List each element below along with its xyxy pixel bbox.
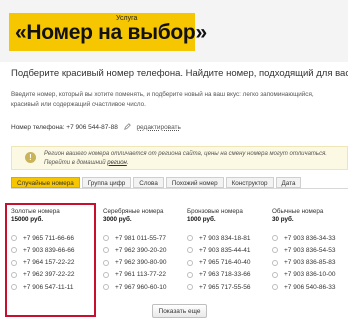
number-option[interactable]: +7 963 718-33-66 <box>187 270 251 280</box>
number-option[interactable]: +7 903 834-18-81 <box>187 233 251 243</box>
gold-column-highlight <box>5 203 96 317</box>
number-option[interactable]: +7 903 836-54-53 <box>272 245 336 255</box>
number-option[interactable]: +7 903 835-44-41 <box>187 245 251 255</box>
number-option[interactable]: +7 965 716-40-40 <box>187 258 251 268</box>
radio-button[interactable] <box>103 259 109 266</box>
service-banner: Услуга «Номер на выбор» <box>9 13 207 51</box>
radio-button[interactable] <box>103 247 109 254</box>
tab-digit-group[interactable]: Группа цифр <box>81 177 132 188</box>
region-link[interactable]: регион <box>107 160 127 166</box>
radio-button[interactable] <box>103 284 109 291</box>
radio-button[interactable] <box>187 284 193 291</box>
tab-similar[interactable]: Похожий номер <box>165 177 224 188</box>
hint-text: Введите номер, который вы хотите поменят… <box>11 91 314 108</box>
warning-icon: ! <box>25 152 36 163</box>
number-option[interactable]: +7 965 717-55-56 <box>187 282 251 292</box>
alert-text: Регион вашего номера отличается от регио… <box>44 151 327 166</box>
region-alert: ! Регион вашего номера отличается от рег… <box>11 146 348 170</box>
number-option[interactable]: +7 906 540-86-33 <box>272 282 336 292</box>
column-title: Бронзовые номера <box>187 208 243 215</box>
radio-button[interactable] <box>187 271 193 278</box>
radio-button[interactable] <box>272 259 278 266</box>
radio-button[interactable] <box>272 235 278 241</box>
tab-random[interactable]: Случайные номера <box>11 177 80 188</box>
number-option[interactable]: +7 903 836-34-33 <box>272 233 336 243</box>
column-title: Обычные номера <box>272 208 324 215</box>
tab-constructor[interactable]: Конструктор <box>225 177 274 188</box>
radio-button[interactable] <box>103 235 109 241</box>
column-price: 1000 руб. <box>187 216 216 223</box>
radio-button[interactable] <box>187 259 193 266</box>
radio-button[interactable] <box>272 247 278 254</box>
number-option[interactable]: +7 903 836-85-83 <box>272 258 336 268</box>
number-option[interactable]: +7 962 390-80-90 <box>103 258 167 268</box>
radio-button[interactable] <box>187 247 193 254</box>
number-option[interactable]: +7 962 390-20-20 <box>103 245 167 255</box>
edit-phone-link[interactable]: редактировать <box>136 124 180 131</box>
silver-numbers-column: Серебряные номера 3000 руб. +7 981 011-5… <box>103 208 167 294</box>
lead-text: Подберите красивый номер телефона. Найди… <box>11 68 348 79</box>
tabs-divider <box>11 188 348 189</box>
regular-numbers-column: Обычные номера 30 руб. +7 903 836-34-33 … <box>272 208 336 294</box>
pencil-icon[interactable] <box>123 123 131 130</box>
tab-words[interactable]: Слова <box>133 177 164 188</box>
radio-button[interactable] <box>103 271 109 278</box>
column-title: Серебряные номера <box>103 208 164 215</box>
radio-button[interactable] <box>272 284 278 291</box>
search-tabs: Случайные номера Группа цифр Слова Похож… <box>11 177 303 188</box>
bronze-numbers-column: Бронзовые номера 1000 руб. +7 903 834-18… <box>187 208 251 294</box>
number-option[interactable]: +7 981 011-55-77 <box>103 233 167 243</box>
number-option[interactable]: +7 961 113-77-22 <box>103 270 167 280</box>
number-option[interactable]: +7 903 836-10-00 <box>272 270 336 280</box>
tab-date[interactable]: Дата <box>275 177 302 188</box>
radio-button[interactable] <box>272 271 278 278</box>
phone-label: Номер телефона: +7 906 544-87-88 <box>11 124 118 131</box>
radio-button[interactable] <box>187 235 193 241</box>
phone-row: Номер телефона: +7 906 544-87-88 редакти… <box>11 123 181 131</box>
column-price: 3000 руб. <box>103 216 132 223</box>
number-option[interactable]: +7 967 960-60-10 <box>103 282 167 292</box>
show-more-button[interactable]: Показать еще <box>152 304 207 318</box>
page-title: «Номер на выбор» <box>15 21 207 44</box>
column-price: 30 руб. <box>272 216 294 223</box>
